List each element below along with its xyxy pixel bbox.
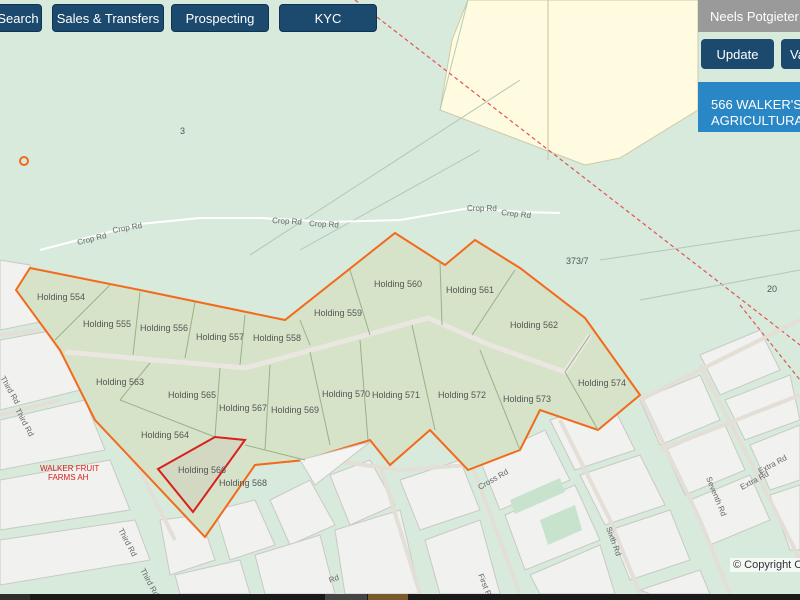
holding-label: Holding 566 <box>178 465 226 475</box>
holding-label: Holding 563 <box>96 377 144 387</box>
holding-label: Holding 554 <box>37 292 85 302</box>
holding-label: Holding 573 <box>503 394 551 404</box>
user-name[interactable]: Neels Potgieter <box>698 0 800 32</box>
road-label: Crop Rd <box>467 204 497 213</box>
info-panel-title: 566 WALKER'S <box>711 97 800 112</box>
road-label: Crop Rd <box>272 216 302 227</box>
holding-label: Holding 567 <box>219 403 267 413</box>
kyc-button[interactable]: KYC <box>279 4 377 32</box>
holding-label: Holding 569 <box>271 405 319 415</box>
search-button[interactable]: Search <box>0 4 42 32</box>
holding-label: Holding 559 <box>314 308 362 318</box>
holding-label: Holding 568 <box>219 478 267 488</box>
map-copyright: © Copyright C <box>730 558 800 572</box>
holding-label: Holding 556 <box>140 323 188 333</box>
holding-label: Holding 560 <box>374 279 422 289</box>
holding-label: Holding 562 <box>510 320 558 330</box>
parcel-label: 3 <box>180 126 185 136</box>
holding-label: Holding 574 <box>578 378 626 388</box>
holding-label: Holding 557 <box>196 332 244 342</box>
info-panel[interactable]: 566 WALKER'S AGRICULTURA <box>698 82 800 132</box>
parcel-label: 373/7 <box>566 256 589 266</box>
farm-label: WALKER FRUIT <box>40 464 99 473</box>
holding-label: Holding 564 <box>141 430 189 440</box>
info-panel-subtitle: AGRICULTURA <box>711 113 800 128</box>
prospecting-button[interactable]: Prospecting <box>171 4 269 32</box>
bottom-bar-segment <box>325 594 367 600</box>
bottom-bar-segment <box>368 594 408 600</box>
holding-label: Holding 555 <box>83 319 131 329</box>
bottom-bar <box>0 594 800 600</box>
holding-label: Holding 558 <box>253 333 301 343</box>
holding-label: Holding 570 <box>322 389 370 399</box>
road-label: Crop Rd <box>309 219 339 230</box>
parcel-label: 20 <box>767 284 777 294</box>
bottom-bar-segment <box>0 594 30 600</box>
va-button[interactable]: Va <box>781 39 800 69</box>
holding-label: Holding 571 <box>372 390 420 400</box>
farm-label: FARMS AH <box>48 473 89 482</box>
update-button[interactable]: Update <box>701 39 774 69</box>
sales-transfers-button[interactable]: Sales & Transfers <box>52 4 164 32</box>
holding-label: Holding 572 <box>438 390 486 400</box>
holding-label: Holding 565 <box>168 390 216 400</box>
holding-label: Holding 561 <box>446 285 494 295</box>
map-canvas[interactable]: Holding 554 Holding 555 Holding 556 Hold… <box>0 0 800 600</box>
